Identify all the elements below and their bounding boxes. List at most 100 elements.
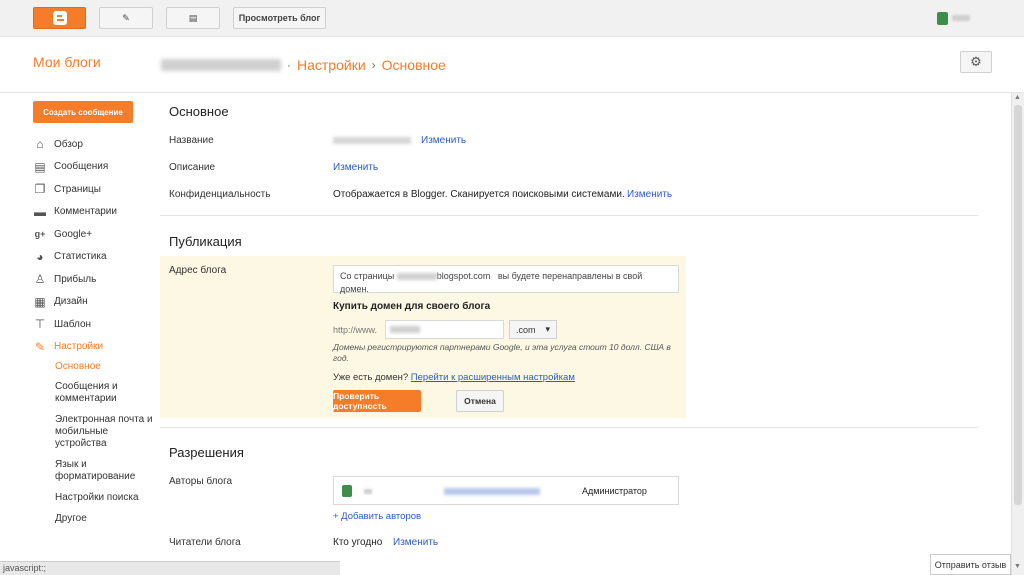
- sidebar-sub-other[interactable]: Другое: [55, 513, 155, 525]
- sidebar-item-label: Прибыль: [54, 273, 97, 285]
- blog-address-label: Адрес блога: [169, 265, 227, 276]
- scrollbar-thumb[interactable]: [1014, 105, 1022, 505]
- wrench-icon: ✎: [34, 339, 46, 354]
- template-icon: ⊤: [34, 317, 46, 332]
- account-menu[interactable]: [937, 11, 981, 25]
- create-post-button[interactable]: Создать сообщение: [33, 101, 133, 123]
- comments-icon: ▬: [34, 204, 46, 219]
- posts-list-button[interactable]: ▤: [166, 7, 220, 29]
- sidebar-item-earnings[interactable]: ♙ Прибыль: [33, 268, 153, 291]
- privacy-label: Конфиденциальность: [169, 189, 271, 200]
- view-blog-button[interactable]: Просмотреть блог: [233, 7, 326, 29]
- account-name: [952, 15, 970, 21]
- blog-title-link[interactable]: [161, 59, 281, 71]
- pages-icon: ❐: [34, 182, 46, 197]
- author-name: [364, 489, 372, 494]
- status-bar: javascript:;: [0, 561, 340, 575]
- sidebar-item-label: Сообщения: [54, 161, 109, 173]
- settings-gear-button[interactable]: ⚙: [960, 51, 992, 73]
- advanced-settings-link[interactable]: Перейти к расширенным настройкам: [411, 372, 575, 383]
- description-change-link[interactable]: Изменить: [333, 162, 378, 173]
- sidebar-nav: ⌂ Обзор ▤ Сообщения ❐ Страницы ▬ Комментарии…: [33, 133, 153, 358]
- domain-note: Домены регистрируются партнерами Google,…: [333, 342, 671, 363]
- sidebar-sub-email-mobile[interactable]: Электронная почта и мобильные устройства: [55, 414, 155, 450]
- name-change-link[interactable]: Изменить: [421, 135, 466, 146]
- avatar: [342, 485, 352, 497]
- pencil-icon: ✎: [122, 12, 130, 23]
- scroll-up-icon[interactable]: ▲: [1014, 94, 1021, 101]
- redirect-prefix: Со страницы: [340, 271, 395, 281]
- blogger-logo-icon: [52, 11, 67, 25]
- sidebar-item-stats[interactable]: ◕ Статистика: [33, 246, 153, 269]
- trophy-icon: ♙: [34, 272, 46, 287]
- description-label: Описание: [169, 162, 216, 173]
- sidebar-item-posts[interactable]: ▤ Сообщения: [33, 156, 153, 179]
- page-title: Основное: [381, 57, 446, 73]
- readers-label: Читатели блога: [169, 537, 241, 548]
- sidebar-item-template[interactable]: ⊤ Шаблон: [33, 313, 153, 336]
- vertical-scrollbar[interactable]: ▲ ▼: [1011, 93, 1024, 575]
- check-availability-button[interactable]: Проверить доступность: [333, 390, 421, 412]
- send-feedback-button[interactable]: Отправить отзыв: [930, 554, 1011, 575]
- buy-domain-title: Купить домен для своего блога: [333, 301, 491, 312]
- have-domain-row: Уже есть домен? Перейти к расширенным на…: [333, 372, 575, 383]
- author-role: Администратор: [582, 486, 647, 496]
- sidebar-item-label: Google+: [54, 228, 93, 240]
- privacy-change-link[interactable]: Изменить: [627, 189, 672, 200]
- section-permissions-title: Разрешения: [169, 445, 244, 460]
- stats-icon: ◕: [36, 249, 44, 264]
- add-authors-link[interactable]: + Добавить авторов: [333, 511, 421, 522]
- sidebar-sub-basic[interactable]: Основное: [55, 361, 155, 373]
- home-icon: ⌂: [36, 137, 44, 152]
- new-post-button[interactable]: ✎: [99, 7, 153, 29]
- name-label: Название: [169, 135, 214, 146]
- sidebar-item-label: Настройки: [54, 341, 104, 353]
- layout-icon: ▦: [34, 294, 46, 309]
- redirect-notice: Со страницы blogspot.com вы будете перен…: [333, 265, 679, 294]
- sidebar-item-pages[interactable]: ❐ Страницы: [33, 178, 153, 201]
- authors-label: Авторы блога: [169, 476, 233, 487]
- sidebar-item-label: Комментарии: [54, 206, 117, 218]
- sidebar-item-settings[interactable]: ✎ Настройки: [33, 336, 153, 359]
- sidebar-sub-language[interactable]: Язык и форматирование: [55, 459, 155, 483]
- domain-name-value: [390, 325, 420, 333]
- section-publishing-title: Публикация: [169, 234, 242, 249]
- posts-icon: ▤: [34, 159, 46, 174]
- sidebar-item-label: Статистика: [54, 251, 107, 263]
- blogger-home-button[interactable]: [33, 7, 86, 29]
- sidebar-sub-search[interactable]: Настройки поиска: [55, 492, 155, 504]
- breadcrumb-arrow: ›: [371, 58, 376, 72]
- scroll-down-icon[interactable]: ▼: [1014, 563, 1021, 570]
- privacy-value: Отображается в Blogger. Сканируется поис…: [333, 189, 625, 200]
- sidebar-sub-posts-comments[interactable]: Сообщения и комментарии: [55, 381, 155, 405]
- divider: [160, 215, 978, 216]
- breadcrumb-settings[interactable]: Настройки: [297, 57, 366, 73]
- section-basic-title: Основное: [169, 104, 229, 119]
- top-bar: ✎ ▤ Просмотреть блог: [0, 0, 1024, 37]
- blog-subdomain: [396, 273, 437, 281]
- sidebar-item-layout[interactable]: ▦ Дизайн: [33, 291, 153, 314]
- breadcrumb: · Настройки › Основное: [161, 57, 446, 73]
- posts-list-icon: ▤: [188, 12, 198, 23]
- my-blogs-link[interactable]: Мои блоги: [33, 54, 101, 70]
- http-prefix: http://www.: [333, 325, 378, 335]
- author-row: Администратор: [333, 476, 679, 505]
- readers-change-link[interactable]: Изменить: [393, 537, 438, 548]
- chevron-down-icon: ▾: [545, 324, 550, 334]
- google-plus-icon: g+: [34, 229, 46, 240]
- gear-icon: ⚙: [970, 54, 982, 69]
- divider: [160, 427, 978, 428]
- sidebar-item-label: Обзор: [54, 138, 83, 150]
- page-header: Мои блоги · Настройки › Основное ⚙: [0, 38, 1024, 93]
- tld-value: .com: [516, 324, 536, 335]
- have-domain-text: Уже есть домен?: [333, 372, 409, 383]
- breadcrumb-separator: ·: [287, 58, 291, 72]
- sidebar-item-comments[interactable]: ▬ Комментарии: [33, 201, 153, 224]
- redirect-domain: blogspot.com: [436, 271, 491, 281]
- domain-name-input[interactable]: [385, 320, 504, 339]
- cancel-button[interactable]: Отмена: [456, 390, 504, 412]
- tld-select[interactable]: .com ▾: [509, 320, 557, 339]
- sidebar-item-label: Шаблон: [54, 318, 92, 330]
- sidebar-item-google-plus[interactable]: g+ Google+: [33, 223, 153, 246]
- sidebar-item-overview[interactable]: ⌂ Обзор: [33, 133, 153, 156]
